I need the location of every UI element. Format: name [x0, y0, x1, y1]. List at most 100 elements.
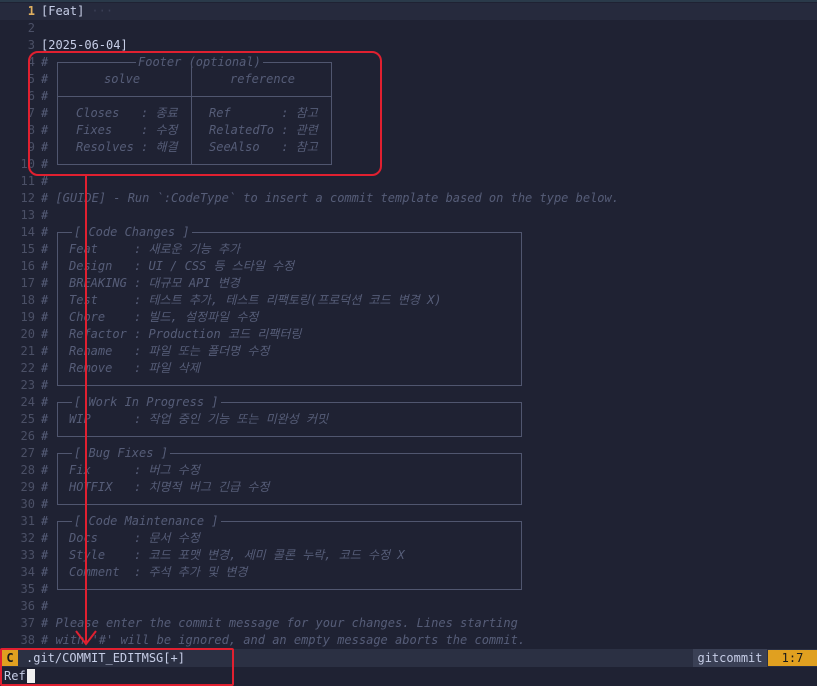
line-number: 14	[20, 225, 35, 239]
mode-indicator: C	[2, 650, 18, 666]
line-text: #	[41, 174, 49, 188]
editor-line[interactable]: 13 #	[0, 207, 817, 224]
line-text: #	[41, 327, 49, 341]
code-maintenance-box: [ Code Maintenance ] Docs : 문서 수정 Style …	[57, 513, 522, 590]
code-maintenance-row: Style : 코드 포맷 변경, 세미 콜론 누락, 코드 수정 X	[69, 548, 405, 562]
editor-line[interactable]: 36 #	[0, 598, 817, 615]
code-changes-row: Refactor : Production 코드 리팩터링	[69, 327, 302, 341]
line-text: #	[41, 565, 49, 579]
line-text: #	[41, 225, 49, 239]
file-name: .git/COMMIT_EDITMSG[+]	[26, 651, 185, 665]
line-text: #	[41, 378, 49, 392]
line-number: 27	[20, 446, 35, 460]
line-text: #	[41, 106, 49, 120]
bug-fixes-row: HOTFIX : 치명적 버그 긴급 수정	[69, 480, 270, 494]
line-text: #	[41, 89, 49, 103]
editor-line[interactable]: 2	[0, 20, 817, 37]
footer-header-solve: solve	[104, 72, 141, 86]
line-number: 35	[20, 582, 35, 596]
code-maintenance-row: Comment : 주석 추가 및 변경	[69, 565, 248, 579]
text-cursor	[27, 669, 35, 683]
window-top-border	[0, 0, 817, 2]
line-text: #	[41, 480, 49, 494]
line-text: #	[41, 497, 49, 511]
line-number: 30	[20, 497, 35, 511]
line-text: # Please enter the commit message for yo…	[41, 616, 518, 630]
editor-line[interactable]: 12 # [GUIDE] - Run `:CodeType` to insert …	[0, 190, 817, 207]
line-number: 6	[27, 89, 35, 103]
code-maintenance-title: [ Code Maintenance ]	[72, 513, 221, 530]
bug-fixes-box: [ Bug Fixes ] Fix : 버그 수정 HOTFIX : 치명적 버…	[57, 445, 522, 505]
line-number: 29	[20, 480, 35, 494]
line-number: 28	[20, 463, 35, 477]
code-changes-row: Feat : 새로운 기능 추가	[69, 242, 241, 256]
line-text: #	[41, 531, 49, 545]
line-number: 1	[27, 4, 35, 18]
code-changes-row: BREAKING : 대규모 API 변경	[69, 276, 240, 290]
line-text: #	[41, 310, 49, 324]
wip-box: [ Work In Progress ] WIP : 작업 중인 기능 또는 미…	[57, 394, 522, 437]
code-changes-title: [ Code Changes ]	[72, 224, 192, 241]
line-text: #	[41, 140, 49, 154]
line-text: #	[41, 599, 49, 613]
line-number: 18	[20, 293, 35, 307]
line-number: 24	[20, 395, 35, 409]
line-text: #	[41, 276, 49, 290]
command-line[interactable]: Ref	[0, 667, 817, 685]
editor-buffer[interactable]: 1 [Feat] ··· 2 3 [2025-06-04] 4 #5 #6 #7 #8 #9 #10 #…	[0, 0, 817, 649]
line-number: 13	[20, 208, 35, 222]
line-number: 2	[27, 21, 35, 35]
footer-solve-row: Resolves : 해결	[76, 140, 178, 154]
footer-reference-row: Ref : 참고	[209, 106, 318, 120]
line-number: 8	[27, 123, 35, 137]
bug-fixes-row: Fix : 버그 수정	[69, 463, 200, 477]
line-text: #	[41, 55, 49, 69]
line-number: 16	[20, 259, 35, 273]
editor-line[interactable]: 38 # with '#' will be ignored, and an emp…	[0, 632, 817, 649]
footer-header-divider	[58, 96, 331, 97]
line-text: # [GUIDE] - Run `:CodeType` to insert a …	[41, 191, 619, 205]
footer-column-divider	[191, 63, 192, 164]
footer-table: Footer (optional) solve reference Closes…	[57, 54, 332, 165]
line-text: #	[41, 463, 49, 477]
line-number: 34	[20, 565, 35, 579]
cursor-position: 1:7	[768, 650, 817, 666]
line-number: 21	[20, 344, 35, 358]
editor-line[interactable]: 3 [2025-06-04]	[0, 37, 817, 54]
footer-reference-row: SeeAlso : 참고	[209, 140, 318, 154]
editor-line[interactable]: 11 #	[0, 173, 817, 190]
line-text: #	[41, 548, 49, 562]
line-number: 3	[27, 38, 35, 52]
footer-solve-row: Fixes : 수정	[76, 123, 178, 137]
code-changes-row: Chore : 빌드, 설정파일 수정	[69, 310, 259, 324]
code-changes-row: Rename : 파일 또는 폴더명 수정	[69, 344, 270, 358]
line-number: 12	[20, 191, 35, 205]
code-changes-row: Test : 테스트 추가, 테스트 리팩토링(프로덕션 코드 변경 X)	[69, 293, 442, 307]
line-text: #	[41, 446, 49, 460]
line-number: 22	[20, 361, 35, 375]
line-number: 17	[20, 276, 35, 290]
line-text: #	[41, 395, 49, 409]
editor-line[interactable]: 37 # Please enter the commit message for …	[0, 615, 817, 632]
line-number: 11	[20, 174, 35, 188]
line-number: 9	[27, 140, 35, 154]
editor-line[interactable]: 1 [Feat] ···	[0, 3, 817, 20]
line-text: #	[41, 412, 49, 426]
line-number: 20	[20, 327, 35, 341]
line-number: 15	[20, 242, 35, 256]
line-number: 10	[20, 157, 35, 171]
wip-row: WIP : 작업 중인 기능 또는 미완성 커밋	[69, 412, 329, 426]
line-text: #	[41, 259, 49, 273]
command-line-text: Ref	[4, 669, 26, 683]
line-number: 4	[27, 55, 35, 69]
line-number: 7	[27, 106, 35, 120]
code-maintenance-row: Docs : 문서 수정	[69, 531, 200, 545]
line-number: 23	[20, 378, 35, 392]
line-text: #	[41, 429, 49, 443]
trailing-whitespace-marker: ···	[84, 4, 114, 18]
footer-header-reference: reference	[230, 72, 296, 86]
line-text: [2025-06-04]	[41, 38, 128, 52]
line-number: 38	[20, 633, 35, 647]
line-number: 19	[20, 310, 35, 324]
line-text: # with '#' will be ignored, and an empty…	[41, 633, 526, 647]
